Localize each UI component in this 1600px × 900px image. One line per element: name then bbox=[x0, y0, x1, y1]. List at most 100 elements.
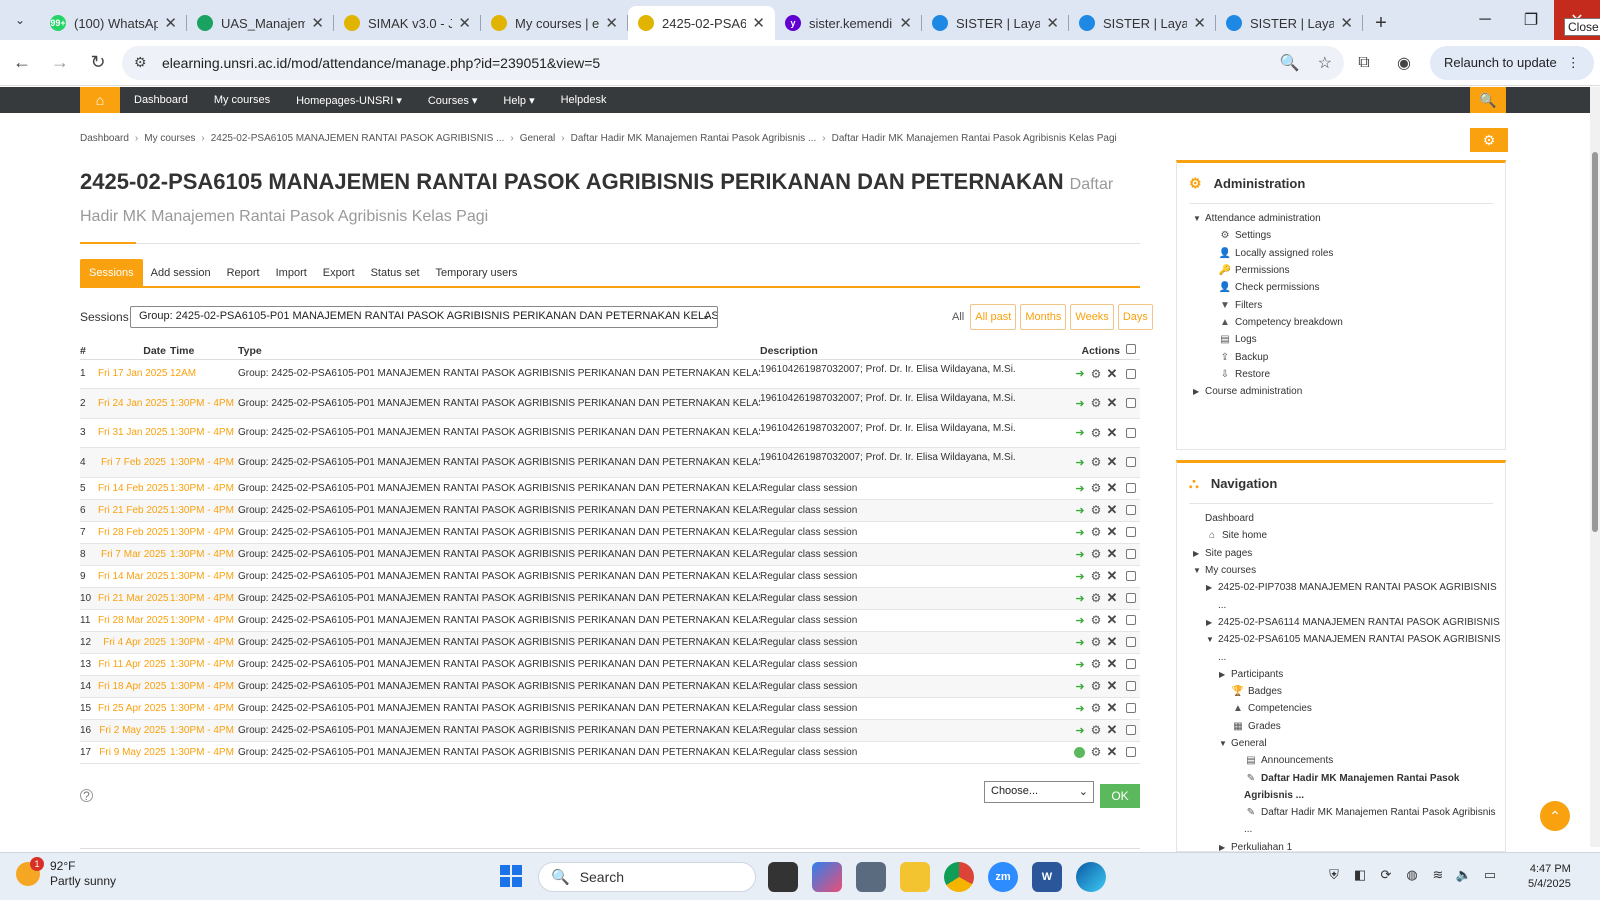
tree-item[interactable]: ... bbox=[1193, 821, 1505, 838]
session-time-link[interactable]: 1:30PM - 4PM bbox=[170, 521, 238, 544]
tree-item[interactable]: 🏆 Badges bbox=[1193, 683, 1505, 700]
session-date-link[interactable]: Fri 25 Apr 2025 bbox=[98, 697, 170, 720]
browser-tab[interactable]: My courses | e ✕ bbox=[481, 6, 628, 40]
minimize-button[interactable]: ─ bbox=[1462, 0, 1508, 40]
tree-item[interactable]: ⚙ Settings bbox=[1193, 227, 1505, 244]
session-date-link[interactable]: Fri 17 Jan 2025 bbox=[98, 359, 170, 389]
tree-item[interactable]: ⇪ Backup bbox=[1193, 348, 1505, 365]
session-time-link[interactable]: 1:30PM - 4PM bbox=[170, 675, 238, 698]
battery-icon[interactable]: ▭ bbox=[1478, 867, 1502, 883]
take-attendance-dot-icon[interactable] bbox=[1074, 746, 1085, 758]
take-attendance-icon[interactable]: ➜ bbox=[1072, 548, 1088, 561]
tree-item[interactable]: ▲ Competencies bbox=[1193, 700, 1505, 717]
tree-item[interactable]: 🔑 Permissions bbox=[1193, 262, 1505, 279]
session-time-link[interactable]: 1:30PM - 4PM bbox=[170, 388, 238, 419]
tree-item[interactable]: ▶ Perkuliahan 1 bbox=[1193, 839, 1505, 851]
tree-item[interactable]: 👤 Locally assigned roles bbox=[1193, 245, 1505, 262]
breadcrumb-item[interactable]: General bbox=[520, 133, 556, 144]
delete-session-icon[interactable]: ✕ bbox=[1104, 395, 1120, 411]
tab-search-icon[interactable]: ⌄ bbox=[0, 0, 40, 40]
tab-close-icon[interactable]: ✕ bbox=[311, 14, 324, 32]
delete-session-icon[interactable]: ✕ bbox=[1104, 366, 1120, 382]
take-attendance-icon[interactable]: ➜ bbox=[1072, 504, 1088, 517]
take-attendance-icon[interactable]: ➜ bbox=[1072, 456, 1088, 469]
reload-icon[interactable]: ↻ bbox=[82, 47, 114, 79]
tab-close-icon[interactable]: ✕ bbox=[164, 14, 177, 32]
take-attendance-icon[interactable]: ➜ bbox=[1072, 658, 1088, 671]
home-icon[interactable]: ⌂ bbox=[80, 87, 120, 113]
session-date-link[interactable]: Fri 9 May 2025 bbox=[98, 741, 170, 764]
tray-app-icon[interactable]: ◧ bbox=[1348, 867, 1372, 883]
page-scrollbar[interactable] bbox=[1590, 87, 1600, 847]
session-checkbox[interactable] bbox=[1126, 505, 1136, 515]
new-tab-button[interactable]: + bbox=[1363, 6, 1399, 40]
address-bar[interactable]: ⚙ elearning.unsri.ac.id/mod/attendance/m… bbox=[122, 45, 1344, 80]
delete-session-icon[interactable]: ✕ bbox=[1104, 634, 1120, 650]
session-time-link[interactable]: 1:30PM - 4PM bbox=[170, 418, 238, 448]
edit-session-gear-icon[interactable]: ⚙ bbox=[1088, 723, 1104, 737]
col-header-date[interactable]: Date bbox=[98, 343, 170, 360]
tree-item[interactable]: ▤ Logs bbox=[1193, 331, 1505, 348]
tree-item[interactable]: ▶ Participants bbox=[1193, 666, 1505, 683]
taskbar-search[interactable]: 🔍 Search bbox=[538, 862, 756, 892]
session-date-link[interactable]: Fri 21 Feb 2025 bbox=[98, 499, 170, 522]
tree-item[interactable]: ▶ 2425-02-PIP7038 MANAJEMEN RANTAI PASOK … bbox=[1193, 579, 1505, 596]
take-attendance-icon[interactable]: ➜ bbox=[1072, 724, 1088, 737]
taskbar-clock[interactable]: 4:47 PM 5/4/2025 bbox=[1528, 862, 1571, 892]
ok-button[interactable]: OK bbox=[1100, 784, 1140, 808]
tree-item[interactable]: ... bbox=[1193, 596, 1505, 613]
session-date-link[interactable]: Fri 11 Apr 2025 bbox=[98, 653, 170, 676]
session-date-link[interactable]: Fri 28 Mar 2025 bbox=[98, 609, 170, 632]
tab-close-icon[interactable]: ✕ bbox=[1193, 14, 1206, 32]
tree-item[interactable]: ⇩ Restore bbox=[1193, 366, 1505, 383]
view-button-days[interactable]: Days bbox=[1117, 304, 1153, 330]
profile-icon[interactable]: ◉ bbox=[1384, 53, 1424, 73]
tab-sessions[interactable]: Sessions bbox=[80, 259, 143, 286]
session-date-link[interactable]: Fri 7 Mar 2025 bbox=[98, 543, 170, 566]
session-checkbox[interactable] bbox=[1126, 398, 1136, 409]
site-search-icon[interactable]: 🔍 bbox=[1470, 87, 1506, 113]
copilot-icon[interactable] bbox=[812, 862, 842, 892]
edit-session-gear-icon[interactable]: ⚙ bbox=[1088, 503, 1104, 517]
tree-item[interactable]: Dashboard bbox=[1193, 510, 1505, 527]
breadcrumb-item[interactable]: Dashboard bbox=[80, 133, 129, 144]
delete-session-icon[interactable]: ✕ bbox=[1104, 744, 1120, 760]
tab-report[interactable]: Report bbox=[219, 267, 268, 286]
session-date-link[interactable]: Fri 4 Apr 2025 bbox=[98, 631, 170, 654]
session-date-link[interactable]: Fri 14 Feb 2025 bbox=[98, 477, 170, 500]
tree-item[interactable]: ▶ Site pages bbox=[1193, 545, 1505, 562]
session-checkbox[interactable] bbox=[1126, 725, 1136, 735]
tree-item[interactable]: ✎ Daftar Hadir MK Manajemen Rantai Pasok bbox=[1193, 769, 1505, 786]
edit-session-gear-icon[interactable]: ⚙ bbox=[1088, 455, 1104, 469]
browser-tab[interactable]: SIMAK v3.0 - J ✕ bbox=[334, 6, 481, 40]
take-attendance-icon[interactable]: ➜ bbox=[1072, 526, 1088, 539]
session-time-link[interactable]: 1:30PM - 4PM bbox=[170, 543, 238, 566]
session-checkbox[interactable] bbox=[1126, 527, 1136, 537]
edit-session-gear-icon[interactable]: ⚙ bbox=[1088, 396, 1104, 410]
breadcrumb-item[interactable]: My courses bbox=[144, 133, 195, 144]
camera-icon[interactable] bbox=[856, 862, 886, 892]
tree-item[interactable]: 👤 Check permissions bbox=[1193, 279, 1505, 296]
tree-item[interactable]: ▼ My courses bbox=[1193, 562, 1505, 579]
help-icon[interactable]: ? bbox=[80, 789, 93, 803]
take-attendance-icon[interactable]: ➜ bbox=[1072, 636, 1088, 649]
session-time-link[interactable]: 1:30PM - 4PM bbox=[170, 477, 238, 500]
take-attendance-icon[interactable]: ➜ bbox=[1072, 570, 1088, 583]
navbar-item[interactable]: Help ▾ bbox=[503, 94, 534, 107]
delete-session-icon[interactable]: ✕ bbox=[1104, 524, 1120, 540]
relaunch-button[interactable]: Relaunch to update ⋮ bbox=[1430, 45, 1594, 80]
delete-session-icon[interactable]: ✕ bbox=[1104, 656, 1120, 672]
browser-tab[interactable]: UAS_Manajemen ✕ bbox=[187, 6, 334, 40]
back-to-top-icon[interactable]: ⌃ bbox=[1540, 801, 1570, 831]
session-checkbox[interactable] bbox=[1126, 615, 1136, 625]
navbar-item[interactable]: Courses ▾ bbox=[428, 94, 478, 107]
session-date-link[interactable]: Fri 18 Apr 2025 bbox=[98, 675, 170, 698]
session-date-link[interactable]: Fri 14 Mar 2025 bbox=[98, 565, 170, 588]
breadcrumb-item[interactable]: Daftar Hadir MK Manajemen Rantai Pasok A… bbox=[832, 133, 1117, 144]
bookmark-star-icon[interactable]: ☆ bbox=[1318, 53, 1332, 73]
take-attendance-icon[interactable]: ➜ bbox=[1072, 680, 1088, 693]
session-checkbox[interactable] bbox=[1126, 747, 1136, 757]
take-attendance-icon[interactable]: ➜ bbox=[1072, 397, 1088, 410]
session-date-link[interactable]: Fri 2 May 2025 bbox=[98, 719, 170, 742]
tab-close-icon[interactable]: ✕ bbox=[605, 14, 618, 32]
